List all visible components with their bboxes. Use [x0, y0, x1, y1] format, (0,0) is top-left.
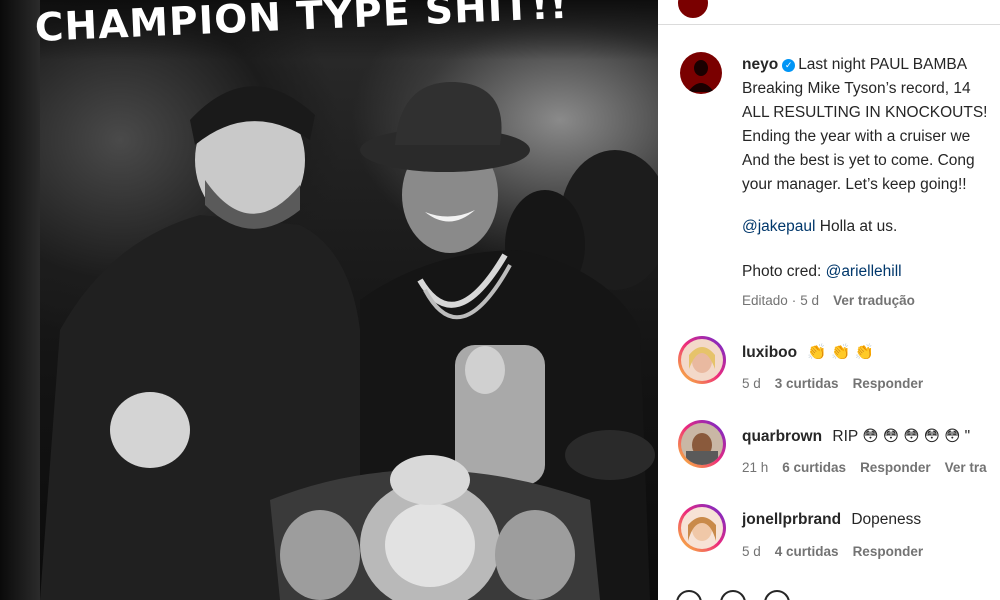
comment-icon[interactable] [720, 590, 746, 600]
jonellprbrand-avatar[interactable] [681, 507, 723, 549]
see-translation-button[interactable]: Ver tradução [833, 293, 915, 308]
mention-jakepaul[interactable]: @jakepaul [742, 218, 815, 235]
luxiboo-avatar[interactable] [681, 339, 723, 381]
meta-separator: · [791, 293, 797, 308]
neyo-avatar[interactable] [680, 52, 722, 94]
avatar-face-icon [686, 433, 718, 465]
avatar-face-icon [688, 517, 716, 541]
reply-button[interactable]: Responder [853, 544, 924, 559]
avatar-face-icon [689, 347, 715, 373]
comment-jonellprbrand: jonellprbrand Dopeness [742, 511, 921, 529]
caption-meta: Editado · 5 d Ver tradução [742, 293, 929, 308]
post-username[interactable]: neyo [742, 56, 778, 73]
post-photo[interactable]: CHAMPION TYPE SHIT!! [0, 0, 658, 600]
post-header-strip [658, 0, 1000, 25]
caption-line-6: your manager. Let’s keep going!! [742, 176, 967, 193]
comment-likes[interactable]: 3 curtidas [775, 376, 839, 391]
post-age: 5 d [800, 293, 820, 308]
header-avatar[interactable] [676, 0, 710, 20]
comment-text: RIP 😳 😳 😳 😳 😳 " [832, 428, 971, 445]
quarbrown-avatar[interactable] [681, 423, 723, 465]
caption-line-5: And the best is yet to come. Cong [742, 152, 975, 169]
credit-text: Photo cred: [742, 263, 826, 280]
comment-age: 5 d [742, 376, 761, 391]
caption-text: Last night PAUL BAMBA [798, 56, 968, 73]
verified-badge-icon: ✓ [782, 59, 796, 72]
comment-text: 👏 👏 👏 [807, 344, 874, 361]
see-translation-button[interactable]: Ver tra [945, 460, 987, 475]
reply-button[interactable]: Responder [860, 460, 931, 475]
comment-likes[interactable]: 6 curtidas [782, 460, 846, 475]
heart-icon[interactable] [676, 590, 702, 600]
comment-text: Dopeness [851, 511, 922, 528]
comment-age: 5 d [742, 544, 761, 559]
comment-quarbrown: quarbrown RIP 😳 😳 😳 😳 😳 " [742, 427, 970, 446]
avatar-silhouette-icon [688, 60, 714, 92]
post-details-panel: neyo ✓ Last night PAUL BAMBA Breaking Mike… [658, 0, 1000, 600]
share-icon[interactable] [764, 590, 790, 600]
reply-button[interactable]: Responder [853, 376, 924, 391]
comment-luxiboo: luxiboo 👏 👏 👏 [742, 343, 874, 362]
comment-meta: 21 h 6 curtidas Responder Ver tra [742, 460, 1000, 475]
photo-subjects [40, 81, 655, 600]
edited-label: Editado [742, 293, 788, 308]
mention-ariellehill[interactable]: @ariellehill [826, 263, 902, 280]
caption-line-2: Breaking Mike Tyson’s record, 14 [742, 80, 971, 97]
caption-mention-line: @jakepaul Holla at us. [742, 215, 897, 239]
caption-line-4: Ending the year with a cruiser we [742, 128, 971, 145]
comment-age: 21 h [742, 460, 769, 475]
comment-likes[interactable]: 4 curtidas [775, 544, 839, 559]
comment-username[interactable]: jonellprbrand [742, 511, 841, 528]
comment-username[interactable]: quarbrown [742, 428, 822, 445]
comment-username[interactable]: luxiboo [742, 344, 797, 361]
caption-line-1: neyo ✓ Last night PAUL BAMBA [742, 53, 967, 77]
comment-meta: 5 d 3 curtidas Responder [742, 376, 937, 391]
comment-meta: 5 d 4 curtidas Responder [742, 544, 937, 559]
action-bar [676, 590, 808, 600]
mention-text: Holla at us. [815, 218, 898, 235]
caption-credit-line: Photo cred: @ariellehill [742, 260, 902, 284]
caption-line-3: ALL RESULTING IN KNOCKOUTS! [742, 104, 988, 121]
